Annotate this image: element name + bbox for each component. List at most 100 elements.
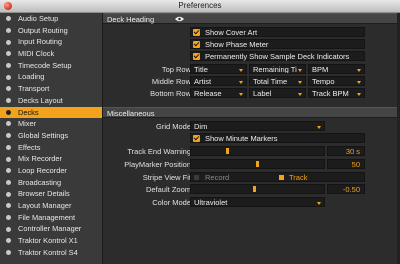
dropdown-value: Track BPM [312,89,349,98]
sidebar-item-traktor-kontrol-s4[interactable]: Traktor Kontrol S4 [0,247,102,259]
sidebar-item-label: Controller Manager [18,224,82,234]
section-header-deck-heading: Deck Heading [103,13,400,24]
top-row-dropdown-3[interactable]: BPM [308,64,365,74]
playmarker-position-setting: PlayMarker Position 50 [103,159,400,170]
dropdown-value: Release [194,89,222,98]
dropdown-arrow-icon [239,68,243,72]
record-option[interactable]: Record [205,173,229,182]
middle-row-label: Middle Row [151,77,191,86]
window-title: Preferences [178,1,222,10]
slider-thumb[interactable] [253,186,256,192]
dropdown-arrow-icon [239,80,243,84]
dropdown-value: Tempo [312,77,335,86]
middle-row-dropdown-3[interactable]: Tempo [308,76,365,86]
bullet-icon [6,168,11,174]
top-row-dropdown-1[interactable]: Title [190,64,247,74]
sidebar-item-midi-clock[interactable]: MIDI Clock [0,48,102,60]
sidebar-item-file-management[interactable]: File Management [0,212,102,224]
color-mode-dropdown[interactable]: Ultraviolet [190,197,325,207]
track-end-warning-value[interactable]: 30 s [327,146,365,156]
slider-thumb[interactable] [256,161,259,167]
bullet-icon [6,16,11,22]
sidebar-item-layout-manager[interactable]: Layout Manager [0,200,102,212]
show-cover-art-checkbox[interactable]: Show Cover Art [190,27,365,37]
dropdown-value: Dim [194,122,208,131]
top-row-dropdown-2[interactable]: Remaining Ti [249,64,306,74]
sidebar-item-label: Global Settings [18,130,69,140]
permanently-show-sample-deck-indicators-checkbox[interactable]: Permanently Show Sample Deck Indicators [190,51,365,61]
show-phase-meter-checkbox[interactable]: Show Phase Meter [190,39,365,49]
dropdown-value: Remaining Ti [253,65,297,74]
dropdown-value: Total Time [253,77,288,86]
bullet-icon [6,121,11,127]
sidebar-item-traktor-kontrol-x1[interactable]: Traktor Kontrol X1 [0,235,102,247]
bottom-row-dropdown-2[interactable]: Label [249,88,306,98]
checkbox-label: Show Cover Art [205,28,258,37]
bottom-row-setting: Bottom Row Release Label Track BPM [103,88,400,99]
grid-mode-dropdown[interactable]: Dim [190,121,325,131]
section-title: Miscellaneous [107,109,155,118]
middle-row-dropdown-2[interactable]: Total Time [249,76,306,86]
sidebar-item-label: Browser Details [18,189,70,199]
default-zoom-slider[interactable] [190,184,325,194]
sidebar-item-output-routing[interactable]: Output Routing [0,25,102,37]
checkbox-label: Show Minute Markers [205,134,278,143]
sidebar-item-loading[interactable]: Loading [0,71,102,83]
show-cover-art-row: Show Cover Art [103,27,400,38]
sidebar-item-broadcasting[interactable]: Broadcasting [0,177,102,189]
bottom-row-dropdown-3[interactable]: Track BPM [308,88,365,98]
track-option[interactable]: Track [289,173,307,182]
playmarker-position-value[interactable]: 50 [327,159,365,169]
dropdown-arrow-icon [357,68,361,72]
sidebar-item-timecode-setup[interactable]: Timecode Setup [0,60,102,72]
sidebar-item-mix-recorder[interactable]: Mix Recorder [0,153,102,165]
sidebar-item-label: Transport [18,84,50,94]
show-minute-markers-checkbox[interactable]: Show Minute Markers [190,133,365,143]
playmarker-position-slider[interactable] [190,159,325,169]
sidebar-item-label: Mixer [18,119,37,129]
default-zoom-value[interactable]: -0.50 [327,184,365,194]
dropdown-arrow-icon [357,80,361,84]
checkmark-icon [193,41,200,48]
title-bar: Preferences [0,0,400,13]
checkbox-label: Permanently Show Sample Deck Indicators [205,52,350,61]
top-row-label: Top Row [161,65,191,74]
bullet-icon [6,133,11,139]
sidebar-item-transport[interactable]: Transport [0,83,102,95]
bottom-row-label: Bottom Row [150,89,191,98]
sidebar-item-label: Output Routing [18,25,68,35]
sidebar-item-browser-details[interactable]: Browser Details [0,188,102,200]
top-row-setting: Top Row Title Remaining Ti BPM [103,64,400,75]
sidebar-item-loop-recorder[interactable]: Loop Recorder [0,165,102,177]
stripe-view-fit-setting: Stripe View Fit Record Track [103,172,400,183]
middle-row-dropdown-1[interactable]: Artist [190,76,247,86]
slider-thumb[interactable] [226,148,229,154]
sidebar-item-audio-setup[interactable]: Audio Setup [0,13,102,25]
dropdown-arrow-icon [239,92,243,96]
sidebar-item-decks[interactable]: Decks [0,106,102,119]
track-end-warning-slider[interactable] [190,146,325,156]
sidebar-item-global-settings[interactable]: Global Settings [0,130,102,142]
sidebar-item-decks-layout[interactable]: Decks Layout [0,95,102,107]
bullet-icon [6,144,11,150]
bullet-icon [6,238,11,244]
bottom-row-dropdown-1[interactable]: Release [190,88,247,98]
eye-icon[interactable] [175,16,184,22]
stripe-view-fit-label: Stripe View Fit [142,173,191,182]
sidebar-item-label: Loading [18,72,45,82]
track-option-indicator[interactable] [279,175,284,180]
sidebar-item-label: Decks Layout [18,95,63,105]
sidebar-item-input-routing[interactable]: Input Routing [0,36,102,48]
bullet-icon [6,214,11,220]
bullet-icon [6,191,11,197]
sidebar-item-label: Traktor Kontrol X1 [18,236,78,246]
sidebar-item-effects[interactable]: Effects [0,142,102,154]
record-option-indicator[interactable] [194,175,199,180]
bullet-icon [6,156,11,162]
bullet-icon [6,179,11,185]
sidebar-item-controller-manager[interactable]: Controller Manager [0,223,102,235]
sidebar-item-mixer[interactable]: Mixer [0,118,102,130]
show-minute-markers-row: Show Minute Markers [103,133,400,144]
sidebar-item-label: Audio Setup [18,14,59,23]
sidebar-item-label: Loop Recorder [18,165,67,175]
